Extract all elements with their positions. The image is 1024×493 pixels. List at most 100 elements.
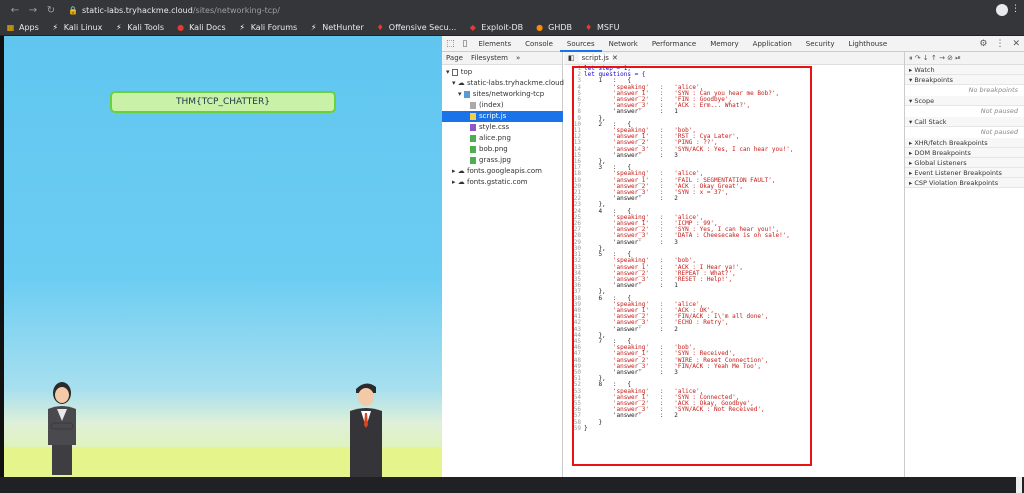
tab-application[interactable]: Application <box>746 36 799 52</box>
section-call-stack[interactable]: ▾ Call Stack <box>905 117 1024 127</box>
toggle-navigator-icon[interactable]: ◧ <box>564 54 579 62</box>
debugger-toolbar: ⏸ ↷ ↓ ↑ → ⊘ ⏯ <box>905 52 1024 65</box>
tree-item-alice-png[interactable]: alice.png <box>442 133 563 144</box>
tree-item-script-js[interactable]: script.js <box>442 111 563 122</box>
back-icon[interactable]: ← <box>8 5 22 16</box>
bookmark-nethunter[interactable]: ⚡ NetHunter <box>309 23 364 32</box>
tab-page[interactable]: Page <box>442 54 467 62</box>
editor-tabbar: ◧ script.js ✕ <box>564 52 904 65</box>
tree-item-sites-networking-tcp[interactable]: ▾ sites/networking-tcp <box>442 89 563 100</box>
tab-memory[interactable]: Memory <box>703 36 745 52</box>
tab-network[interactable]: Network <box>602 36 645 52</box>
file-icon <box>470 101 476 109</box>
forward-icon[interactable]: → <box>26 5 40 16</box>
bookmark-kali-forums[interactable]: ⚡ Kali Forums <box>238 23 297 32</box>
pause-on-exceptions-icon[interactable]: ⏯ <box>955 54 961 62</box>
browser-toolbar: ← → ↻ 🔒 static-labs.tryhackme.cloud/site… <box>0 0 1024 20</box>
file-navigator: Page Filesystem » ▾ top ▾ ☁ static-labs.… <box>442 52 564 477</box>
cloud-icon: ☁ <box>457 178 465 186</box>
close-tab-icon[interactable]: ✕ <box>612 54 618 62</box>
section-scope[interactable]: ▾ Scope <box>905 96 1024 106</box>
web-page: THM{TCP_CHATTER} <box>4 36 442 477</box>
frame-icon <box>451 68 458 76</box>
tab-security[interactable]: Security <box>799 36 842 52</box>
profile-avatar-icon[interactable] <box>996 4 1008 16</box>
image-file-icon <box>470 156 476 164</box>
step-over-icon[interactable]: ↷ <box>915 54 921 62</box>
url-host: static-labs.tryhackme.cloud <box>81 5 193 15</box>
tab-console[interactable]: Console <box>518 36 560 52</box>
folder-icon <box>463 90 470 98</box>
code-editor: ◧ script.js ✕ 1 let step = 1; 2 let questio… <box>564 52 1022 493</box>
tree-item-static-labs[interactable]: ▾ ☁ static-labs.tryhackme.cloud <box>442 78 564 89</box>
address-bar[interactable]: 🔒 static-labs.tryhackme.cloud/sites/netw… <box>68 6 280 15</box>
device-toolbar-icon[interactable]: ▯ <box>459 39 472 49</box>
cloud-icon: ☁ <box>457 79 465 87</box>
cloud-icon: ☁ <box>457 167 465 175</box>
msfu-icon: ♦ <box>584 23 593 32</box>
url-path: /sites/networking-tcp/ <box>192 5 280 15</box>
tab-script-js[interactable]: script.js <box>578 54 612 62</box>
no-breakpoints-text: No breakpoints <box>968 86 1018 94</box>
section-xhr-breakpoints[interactable]: ▸ XHR/fetch Breakpoints <box>905 138 1024 148</box>
more-tabs-icon[interactable]: » <box>512 54 524 62</box>
section-event-listener-breakpoints[interactable]: ▸ Event Listener Breakpoints <box>905 168 1024 178</box>
devtools-panel: ⬚ ▯ Elements Console Sources Network Per… <box>442 36 1024 493</box>
lock-icon: 🔒 <box>68 5 78 15</box>
bookmark-kali-linux[interactable]: ⚡ Kali Linux <box>51 23 102 32</box>
more-options-icon[interactable]: ⋮ <box>991 39 1008 49</box>
bookmark-apps[interactable]: ▦ Apps <box>6 23 39 32</box>
flag-banner: THM{TCP_CHATTER} <box>110 91 336 113</box>
tree-item-top[interactable]: ▾ top <box>442 67 563 78</box>
step-icon[interactable]: → <box>939 54 945 62</box>
offsec-icon: ♦ <box>376 23 384 32</box>
image-file-icon <box>470 145 476 153</box>
deactivate-breakpoints-icon[interactable]: ⊘ <box>947 54 953 62</box>
section-breakpoints[interactable]: ▾ Breakpoints <box>905 75 1024 85</box>
css-file-icon <box>470 123 476 131</box>
navigator-tabs: Page Filesystem » <box>442 52 562 65</box>
section-dom-breakpoints[interactable]: ▸ DOM Breakpoints <box>905 148 1024 158</box>
tab-performance[interactable]: Performance <box>645 36 703 52</box>
reload-icon[interactable]: ↻ <box>44 5 58 16</box>
section-watch[interactable]: ▸ Watch <box>905 65 1024 75</box>
section-global-listeners[interactable]: ▸ Global Listeners <box>905 158 1024 168</box>
exploit-db-icon: ◆ <box>469 23 476 32</box>
settings-gear-icon[interactable]: ⚙ <box>975 39 991 49</box>
bookmark-msfu[interactable]: ♦ MSFU <box>584 23 620 32</box>
tree-item-index[interactable]: (index) <box>442 100 563 111</box>
bookmark-exploit-db[interactable]: ◆ Exploit-DB <box>468 23 523 32</box>
pause-icon[interactable]: ⏸ <box>909 54 913 62</box>
nethunter-icon: ⚡ <box>310 23 317 32</box>
inspect-element-icon[interactable]: ⬚ <box>442 39 459 49</box>
alice-character <box>48 382 76 475</box>
close-devtools-icon[interactable]: ✕ <box>1008 39 1024 49</box>
browser-menu-icon[interactable]: ⋮ <box>1011 4 1020 14</box>
tree-item-fonts-gstatic[interactable]: ▸ ☁ fonts.gstatic.com <box>442 177 563 188</box>
tab-sources[interactable]: Sources <box>559 36 602 52</box>
tab-filesystem[interactable]: Filesystem <box>467 54 512 62</box>
scope-not-paused-text: Not paused <box>980 107 1018 115</box>
step-out-icon[interactable]: ↑ <box>931 54 937 62</box>
highlight-box <box>572 66 812 466</box>
bookmark-ghdb[interactable]: ● GHDB <box>535 23 572 32</box>
bookmark-kali-docs[interactable]: ● Kali Docs <box>176 23 226 32</box>
tree-item-grass-jpg[interactable]: grass.jpg <box>442 155 563 166</box>
tab-lighthouse[interactable]: Lighthouse <box>842 36 895 52</box>
kali-docs-icon: ● <box>177 23 185 32</box>
tree-item-style-css[interactable]: style.css <box>442 122 563 133</box>
section-csp-violation-breakpoints[interactable]: ▸ CSP Violation Breakpoints <box>905 178 1024 188</box>
devtools-tabbar: ⬚ ▯ Elements Console Sources Network Per… <box>442 36 1024 52</box>
tree-item-bob-png[interactable]: bob.png <box>442 144 563 155</box>
js-file-icon <box>470 112 476 120</box>
step-into-icon[interactable]: ↓ <box>923 54 929 62</box>
bookmark-offensive-security[interactable]: ♦ Offensive Secu... <box>376 23 457 32</box>
kali-icon: ⚡ <box>52 23 59 32</box>
tree-item-fonts-googleapis[interactable]: ▸ ☁ fonts.googleapis.com <box>442 166 563 177</box>
bookmark-kali-tools[interactable]: ⚡ Kali Tools <box>114 23 164 32</box>
bookmarks-bar: ▦ Apps ⚡ Kali Linux ⚡ Kali Tools ● Kali Docs… <box>0 20 1024 36</box>
callstack-not-paused-text: Not paused <box>980 128 1018 136</box>
tab-elements[interactable]: Elements <box>471 36 518 52</box>
kali-icon: ⚡ <box>239 23 245 32</box>
image-file-icon <box>470 134 476 142</box>
